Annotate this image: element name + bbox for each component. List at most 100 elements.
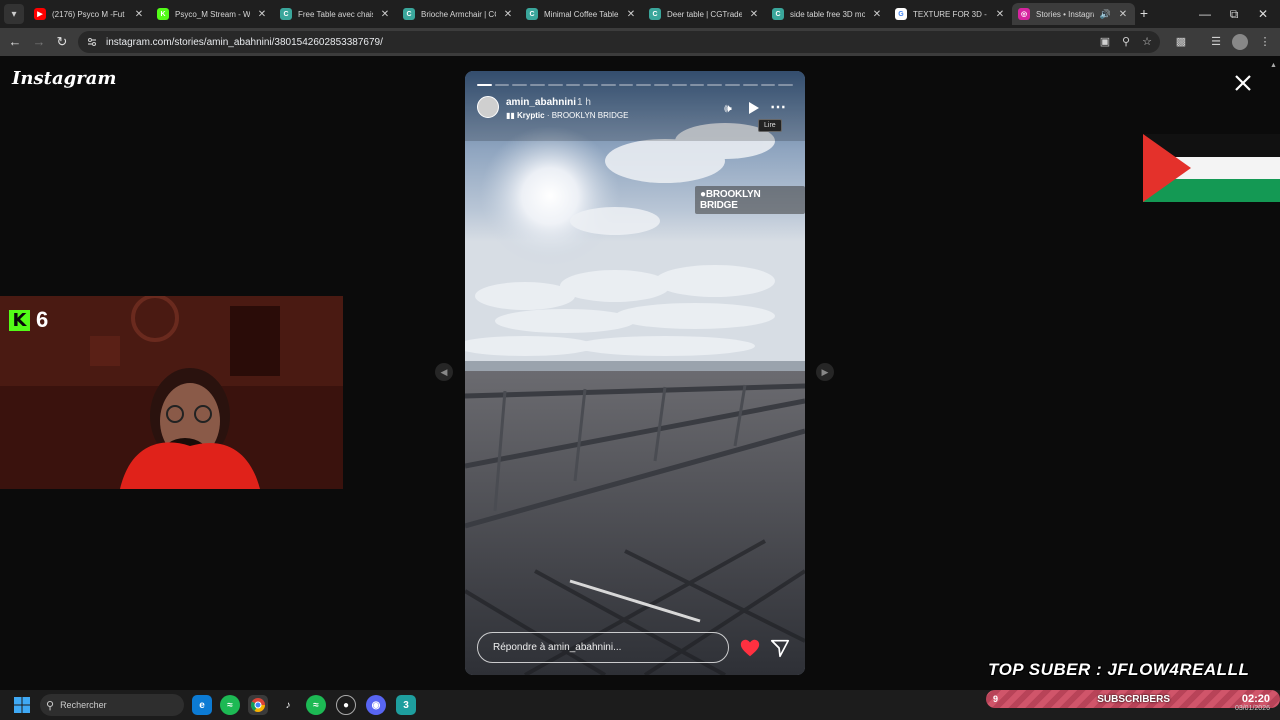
tab-search-menu-icon[interactable]: ▾ — [4, 4, 24, 24]
subscribers-label: SUBSCRIBERS — [1097, 693, 1170, 705]
heart-icon[interactable] — [739, 637, 761, 659]
story-viewer[interactable]: amin_abahnini 1 h ▮▮ Kryptic · BROOKLYN … — [465, 71, 805, 675]
story-user-avatar[interactable] — [477, 96, 499, 118]
instagram-logo[interactable]: Instagram — [12, 68, 116, 89]
tab-close-icon[interactable]: ✕ — [994, 9, 1006, 20]
obs-icon[interactable]: ● — [336, 695, 356, 715]
tab-favicon-icon: G — [895, 8, 907, 20]
browser-tab[interactable]: C Free Table avec chaise ✕ — [274, 3, 397, 25]
tab-favicon-icon: ▶ — [34, 8, 46, 20]
progress-segment — [601, 84, 616, 86]
app-3-icon[interactable]: 3 — [396, 695, 416, 715]
windows-start-icon[interactable] — [14, 697, 30, 713]
browser-tab[interactable]: G TEXTURE FOR 3D - G ✕ — [889, 3, 1012, 25]
progress-segment — [477, 84, 492, 86]
tab-favicon-icon: C — [403, 8, 415, 20]
progress-segment — [636, 84, 652, 86]
reply-placeholder: Répondre à amin_abahnini... — [493, 642, 622, 653]
reload-icon[interactable]: ↻ — [53, 33, 71, 51]
tab-label: Stories • Instagra — [1036, 9, 1094, 19]
extensions-icon[interactable]: ▩ — [1173, 34, 1189, 50]
install-app-icon[interactable]: ▣ — [1097, 34, 1113, 50]
minimize-button[interactable]: — — [1190, 4, 1220, 24]
bookmark-star-icon[interactable]: ☆ — [1139, 34, 1155, 50]
tab-favicon-icon: C — [526, 8, 538, 20]
tab-label: (2176) Psyco M -Fut — [52, 9, 125, 19]
edge-icon[interactable]: e — [192, 695, 212, 715]
media-controls-icon[interactable]: ☰ — [1208, 34, 1224, 50]
share-icon[interactable] — [769, 637, 791, 659]
volume-icon[interactable]: 🕪 — [720, 100, 736, 116]
tab-close-icon[interactable]: ✕ — [748, 9, 760, 20]
tab-close-icon[interactable]: ✕ — [379, 9, 391, 20]
palestine-flag-image — [1143, 134, 1280, 202]
browser-tab[interactable]: C Minimal Coffee Table ✕ — [520, 3, 643, 25]
tab-close-icon[interactable]: ✕ — [1117, 9, 1129, 20]
clock-time: 02:20 — [1241, 693, 1270, 705]
streamer-webcam-image — [0, 296, 343, 489]
story-time: 1 h — [577, 97, 591, 108]
progress-segment — [654, 84, 669, 86]
browser-tab-bar: ▾ ▶ (2176) Psyco M -Fut ✕ K Psyco_M Stream -… — [0, 0, 1280, 28]
taskbar-search-label: Rechercher — [60, 700, 107, 710]
music-artist: Kryptic — [517, 111, 545, 120]
browser-tab[interactable]: ▶ (2176) Psyco M -Fut ✕ — [28, 3, 151, 25]
browser-toolbar: ← → ↻ instagram.com/stories/amin_abahnin… — [0, 28, 1280, 56]
browser-tab[interactable]: ◎ Stories • Instagra 🔊 ✕ — [1012, 3, 1135, 25]
kick-viewer-count: 6 — [36, 307, 49, 332]
profile-avatar[interactable] — [1232, 34, 1248, 50]
browser-tab[interactable]: C Deer table | CGTrader ✕ — [643, 3, 766, 25]
location-sticker[interactable]: ●BROOKLYN BRIDGE — [695, 186, 805, 214]
story-username[interactable]: amin_abahnini — [506, 97, 576, 108]
tab-close-icon[interactable]: ✕ — [625, 9, 637, 20]
site-info-icon[interactable] — [86, 36, 98, 48]
progress-segment — [671, 84, 687, 86]
tab-label: TEXTURE FOR 3D - G — [913, 9, 988, 19]
browser-tab[interactable]: Cside table free 3D mo ✕ — [766, 3, 889, 25]
address-bar[interactable]: instagram.com/stories/amin_abahnini/3801… — [78, 31, 1160, 53]
tab-close-icon[interactable]: ✕ — [502, 9, 514, 20]
window-close-button[interactable]: ✕ — [1248, 4, 1278, 24]
music-track: · BROOKLYN BRIDGE — [544, 111, 629, 120]
progress-segment — [742, 84, 758, 86]
tab-favicon-icon: C — [772, 8, 784, 20]
next-story-button[interactable]: ▶ — [816, 363, 834, 381]
tab-label: Free Table avec chaise — [298, 9, 373, 19]
back-icon[interactable]: ← — [6, 33, 24, 51]
browser-tab[interactable]: K Psyco_M Stream - Wa ✕ — [151, 3, 274, 25]
url-text[interactable]: instagram.com/stories/amin_abahnini/3801… — [106, 37, 383, 48]
progress-segment — [512, 84, 528, 86]
tab-favicon-icon: C — [280, 8, 292, 20]
zoom-icon[interactable]: ⚲ — [1118, 34, 1134, 50]
play-icon[interactable] — [745, 100, 761, 116]
spotify-icon[interactable]: ≈ — [220, 695, 240, 715]
reply-input[interactable]: Répondre à amin_abahnini... — [477, 632, 729, 663]
story-photo — [465, 71, 805, 675]
tab-close-icon[interactable]: ✕ — [871, 9, 883, 20]
new-tab-button[interactable]: + — [1136, 5, 1152, 21]
browser-tab[interactable]: C Brioche Armchair | CG ✕ — [397, 3, 520, 25]
progress-segment — [565, 84, 581, 86]
system-clock[interactable]: 02:20 03/01/2026 — [1222, 693, 1270, 712]
taskbar-search[interactable]: ⚲ Rechercher — [40, 694, 184, 716]
windows-taskbar: ⚲ Rechercher e ≈ ♪ ≈ ● ◉ 3 9 SUBSCRIBERS… — [0, 690, 1280, 720]
progress-segment — [689, 84, 705, 86]
forward-icon[interactable]: → — [30, 33, 48, 51]
tab-audio-icon[interactable]: 🔊 — [1100, 9, 1111, 20]
spotify-2-icon[interactable]: ≈ — [306, 695, 326, 715]
tiktok-icon[interactable]: ♪ — [278, 695, 298, 715]
restore-button[interactable]: ⧉ — [1219, 4, 1249, 24]
tab-close-icon[interactable]: ✕ — [133, 9, 145, 20]
tab-label: Psyco_M Stream - Wa — [175, 9, 250, 19]
scrollbar-up-arrow[interactable]: ▲ — [1270, 62, 1277, 69]
more-icon[interactable]: ⋯ — [770, 100, 786, 116]
tab-favicon-icon: ◎ — [1018, 8, 1030, 20]
previous-story-button[interactable]: ◀ — [435, 363, 453, 381]
story-music-info[interactable]: ▮▮ Kryptic · BROOKLYN BRIDGE — [506, 111, 628, 120]
tab-close-icon[interactable]: ✕ — [256, 9, 268, 20]
chrome-menu-icon[interactable]: ⋮ — [1257, 34, 1273, 50]
discord-icon[interactable]: ◉ — [366, 695, 386, 715]
tab-favicon-icon: K — [157, 8, 169, 20]
close-icon[interactable] — [1232, 72, 1254, 94]
chrome-icon[interactable] — [248, 695, 268, 715]
